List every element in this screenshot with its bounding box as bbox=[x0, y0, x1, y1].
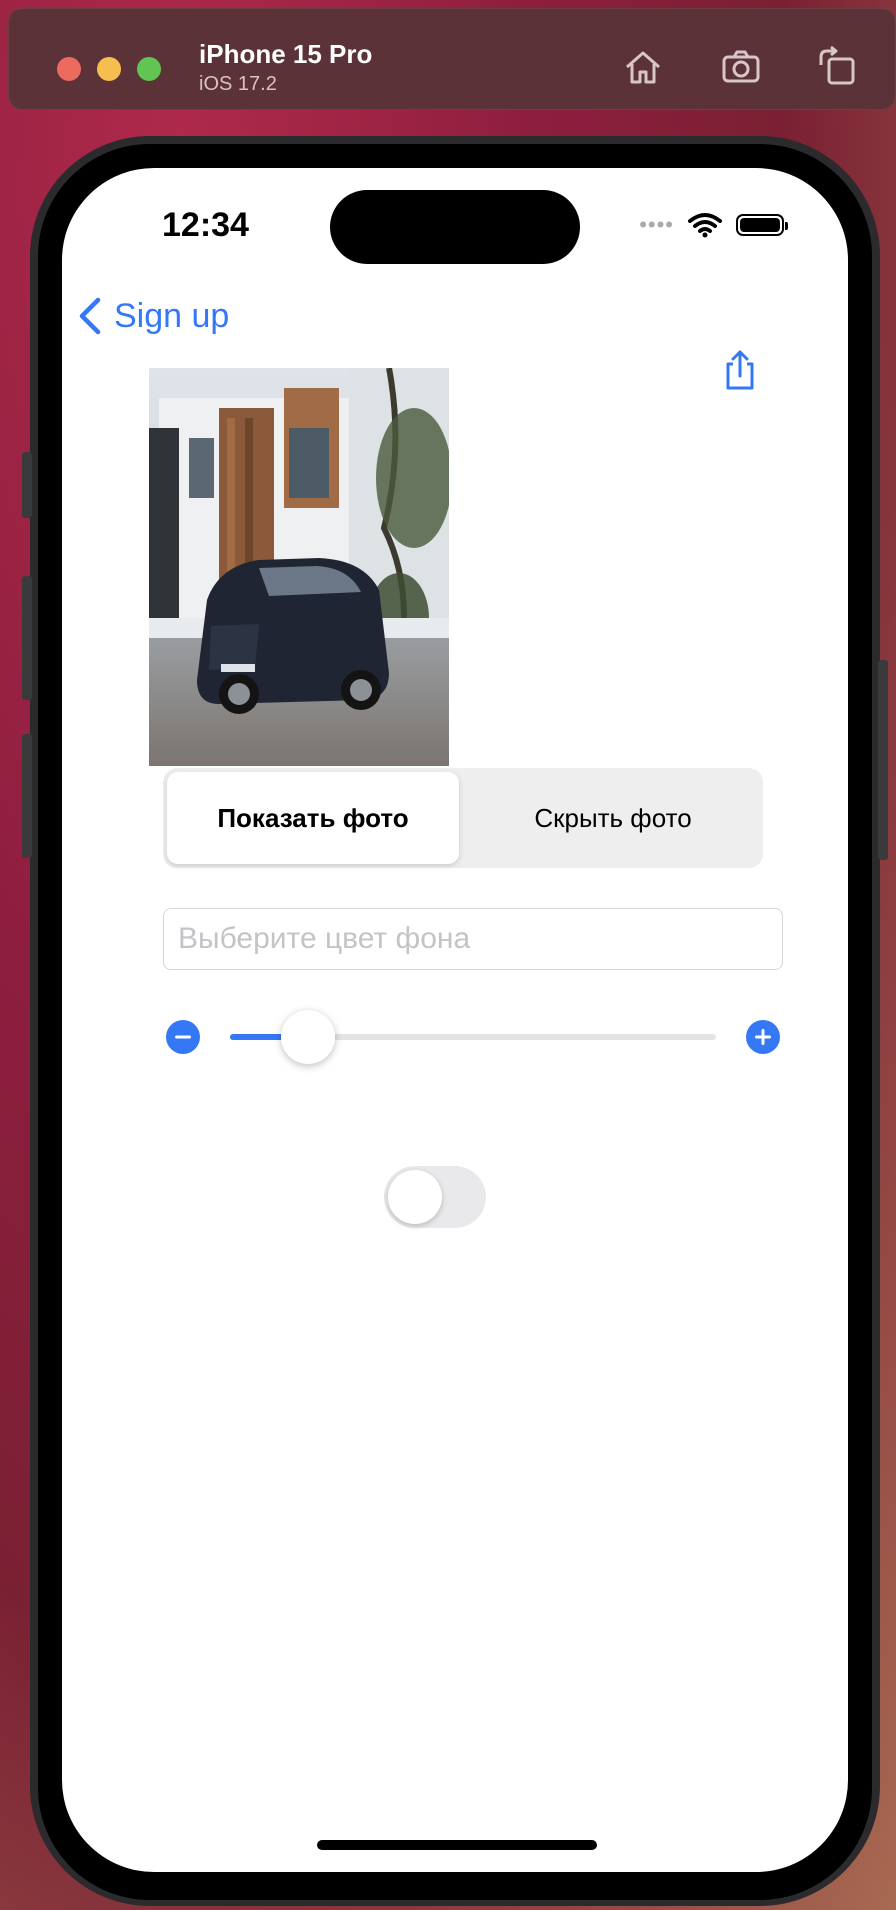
chevron-left-icon bbox=[79, 297, 101, 335]
simulator-title-bar: iPhone 15 Pro iOS 17.2 bbox=[8, 8, 896, 110]
segment-show-photo[interactable]: Показать фото bbox=[167, 772, 459, 864]
background-color-input[interactable] bbox=[163, 908, 783, 970]
zoom-window-button[interactable] bbox=[137, 57, 161, 81]
back-button[interactable]: Sign up bbox=[76, 296, 229, 336]
volume-down-button bbox=[22, 734, 32, 858]
share-icon bbox=[726, 350, 754, 390]
action-button bbox=[22, 452, 32, 518]
share-button[interactable] bbox=[718, 348, 762, 392]
slider-thumb[interactable] bbox=[280, 1010, 335, 1064]
side-power-button bbox=[878, 660, 888, 860]
home-indicator bbox=[317, 1840, 597, 1850]
car-photo bbox=[149, 368, 449, 766]
wifi-icon bbox=[688, 213, 722, 238]
photo-segmented-control: Показать фото Скрыть фото bbox=[163, 768, 763, 868]
home-icon[interactable] bbox=[621, 45, 665, 89]
back-button-label: Sign up bbox=[114, 296, 230, 335]
rotate-icon[interactable] bbox=[815, 45, 859, 89]
status-time: 12:34 bbox=[162, 206, 249, 244]
toggle-knob bbox=[388, 1170, 442, 1224]
phone-screen: 12:34 •••• Sign up Показать фото Скрыть … bbox=[62, 168, 848, 1872]
screenshot-icon[interactable] bbox=[719, 45, 763, 89]
dynamic-island bbox=[330, 190, 580, 264]
battery-icon bbox=[736, 214, 788, 236]
increase-button[interactable] bbox=[746, 1020, 780, 1054]
simulator-os-version: iOS 17.2 bbox=[199, 73, 277, 95]
volume-up-button bbox=[22, 576, 32, 700]
decrease-button[interactable] bbox=[166, 1020, 200, 1054]
minimize-window-button[interactable] bbox=[97, 57, 121, 81]
close-window-button[interactable] bbox=[57, 57, 81, 81]
simulator-device-name: iPhone 15 Pro bbox=[199, 39, 373, 69]
plus-icon bbox=[755, 1029, 771, 1045]
cellular-signal-icon: •••• bbox=[639, 212, 674, 237]
status-indicators: •••• bbox=[639, 212, 788, 238]
minus-icon bbox=[175, 1035, 191, 1039]
segment-hide-photo[interactable]: Скрыть фото bbox=[467, 772, 759, 864]
toggle-switch[interactable] bbox=[384, 1166, 486, 1228]
